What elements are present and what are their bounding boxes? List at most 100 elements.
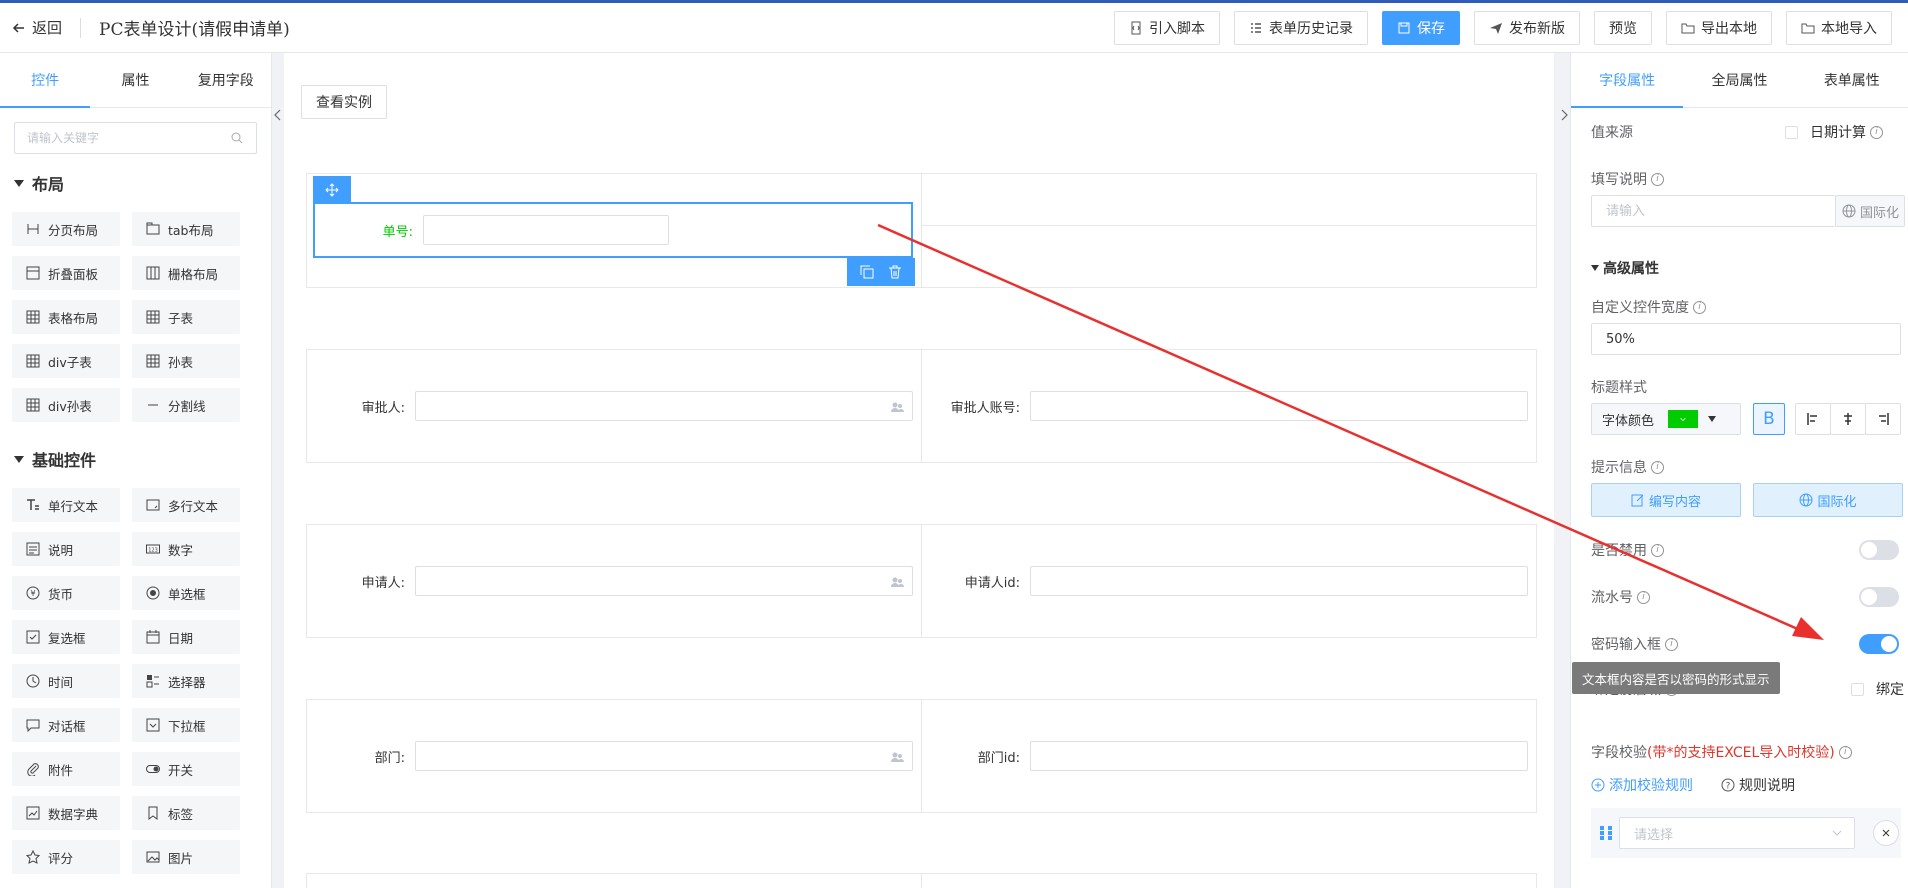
tab-properties[interactable]: 属性 <box>90 53 180 107</box>
control-item[interactable]: 123 数字 <box>132 532 240 566</box>
copy-icon[interactable] <box>860 265 874 279</box>
tab-form-properties[interactable]: 表单属性 <box>1796 53 1908 107</box>
align-center-button[interactable] <box>1830 403 1866 435</box>
right-collapse-toggle[interactable] <box>1558 108 1570 122</box>
user-select-icon[interactable] <box>890 400 904 418</box>
tab-field-properties[interactable]: 字段属性 <box>1571 53 1684 108</box>
control-item[interactable]: 选择器 <box>132 664 240 698</box>
form-cell[interactable]: 部门: <box>307 700 922 812</box>
control-item[interactable]: 日期 <box>132 620 240 654</box>
control-item[interactable]: 开关 <box>132 752 240 786</box>
align-left-button[interactable] <box>1795 403 1831 435</box>
align-right-button[interactable] <box>1865 403 1901 435</box>
control-item[interactable]: 表格布局 <box>12 300 120 334</box>
basic-group-header[interactable]: 基础控件 <box>14 446 271 472</box>
disabled-switch[interactable] <box>1859 540 1899 560</box>
move-handle-icon[interactable] <box>313 176 351 204</box>
view-example-button[interactable]: 查看实例 <box>301 85 387 119</box>
remove-rule-button[interactable] <box>1873 820 1899 846</box>
control-item[interactable]: 分页布局 <box>12 212 120 246</box>
selected-field[interactable]: 单号: <box>313 202 913 258</box>
fill-desc-input[interactable] <box>1606 203 1835 219</box>
form-cell[interactable]: 审批人账号: <box>922 350 1536 462</box>
field-input-approver[interactable] <box>415 391 913 421</box>
font-color-picker[interactable]: 字体颜色 <box>1591 403 1741 435</box>
field-input-dept-id[interactable] <box>1030 741 1528 771</box>
form-cell[interactable] <box>922 874 1536 888</box>
control-item[interactable]: 评分 <box>12 840 120 874</box>
field-input-applicant-id[interactable] <box>1030 566 1528 596</box>
control-item[interactable]: 复选框 <box>12 620 120 654</box>
title-style-label: 标题样式 <box>1591 380 1647 396</box>
advanced-header[interactable]: 高级属性 <box>1591 258 1659 278</box>
save-button[interactable]: 保存 <box>1382 11 1460 45</box>
intl-button[interactable]: 国际化 <box>1835 195 1905 227</box>
tab-controls[interactable]: 控件 <box>0 53 91 108</box>
rule-desc-button[interactable]: ? 规则说明 <box>1721 775 1795 795</box>
drag-grid-icon[interactable] <box>1599 825 1613 845</box>
tab-global-properties[interactable]: 全局属性 <box>1683 53 1795 107</box>
control-item[interactable]: 多行文本 <box>132 488 240 522</box>
bold-toggle[interactable]: B <box>1753 403 1785 435</box>
control-item[interactable]: tab布局 <box>132 212 240 246</box>
add-rule-button[interactable]: 添加校验规则 <box>1591 775 1693 795</box>
control-item[interactable]: 附件 <box>12 752 120 786</box>
form-cell[interactable] <box>307 874 922 888</box>
layout-group-header[interactable]: 布局 <box>14 170 271 196</box>
edit-content-button[interactable]: 编写内容 <box>1591 483 1741 517</box>
rule-select[interactable]: 请选择 <box>1619 817 1855 849</box>
control-item[interactable]: 孙表 <box>132 344 240 378</box>
control-item[interactable]: 说明 <box>12 532 120 566</box>
control-item[interactable]: 子表 <box>132 300 240 334</box>
publish-button[interactable]: 发布新版 <box>1474 11 1580 45</box>
preview-button[interactable]: 预览 <box>1594 11 1652 45</box>
import-local-button[interactable]: 本地导入 <box>1786 11 1892 45</box>
form-cell[interactable] <box>922 174 1536 287</box>
control-item[interactable]: 栅格布局 <box>132 256 240 290</box>
control-search-input[interactable] <box>27 131 207 145</box>
date-calc-option[interactable]: 日期计算 i <box>1785 122 1883 142</box>
form-cell[interactable]: 部门id: <box>922 700 1536 812</box>
password-switch[interactable] <box>1859 634 1899 654</box>
field-input-dept[interactable] <box>415 741 913 771</box>
control-item[interactable]: 数据字典 <box>12 796 120 830</box>
user-select-icon[interactable] <box>890 575 904 593</box>
date-calc-checkbox[interactable] <box>1785 125 1798 139</box>
import-script-button[interactable]: 引入脚本 <box>1114 11 1220 45</box>
export-local-button[interactable]: 导出本地 <box>1666 11 1772 45</box>
form-history-button[interactable]: 表单历史记录 <box>1234 11 1368 45</box>
bind-option[interactable]: 绑定 <box>1851 679 1904 699</box>
user-select-icon[interactable] <box>890 750 904 768</box>
search-icon[interactable] <box>230 131 244 145</box>
clock-icon <box>26 674 40 688</box>
custom-width-input[interactable]: 50% <box>1591 323 1901 355</box>
form-cell[interactable]: 单号: <box>307 174 922 287</box>
back-button[interactable]: 返回 <box>12 17 62 38</box>
control-item[interactable]: 单选框 <box>132 576 240 610</box>
serial-switch[interactable] <box>1859 587 1899 607</box>
hint-intl-button[interactable]: 国际化 <box>1753 483 1903 517</box>
control-item[interactable]: 折叠面板 <box>12 256 120 290</box>
control-item[interactable]: 对话框 <box>12 708 120 742</box>
control-item[interactable]: 单行文本 <box>12 488 120 522</box>
control-item[interactable]: div子表 <box>12 344 120 378</box>
field-label: 申请人id: <box>964 575 1020 591</box>
control-item[interactable]: 下拉框 <box>132 708 240 742</box>
basic-controls: 单行文本 多行文本 说明 123 数字 ¥ 货币 单选框 复选框 日期 时间 选择器… <box>12 488 271 874</box>
field-input-danhao[interactable] <box>423 215 669 245</box>
bind-checkbox[interactable] <box>1851 682 1864 696</box>
control-item[interactable]: 标签 <box>132 796 240 830</box>
control-item[interactable]: 时间 <box>12 664 120 698</box>
control-item[interactable]: 分割线 <box>132 388 240 422</box>
field-input-approver-account[interactable] <box>1030 391 1528 421</box>
delete-icon[interactable] <box>888 265 902 279</box>
form-cell[interactable]: 申请人: <box>307 525 922 637</box>
field-input-applicant[interactable] <box>415 566 913 596</box>
form-cell[interactable]: 审批人: <box>307 350 922 462</box>
control-item[interactable]: ¥ 货币 <box>12 576 120 610</box>
control-item[interactable]: 图片 <box>132 840 240 874</box>
control-item[interactable]: div孙表 <box>12 388 120 422</box>
tab-reuse-fields[interactable]: 复用字段 <box>181 53 271 107</box>
left-collapse-toggle[interactable] <box>272 108 284 122</box>
form-cell[interactable]: 申请人id: <box>922 525 1536 637</box>
